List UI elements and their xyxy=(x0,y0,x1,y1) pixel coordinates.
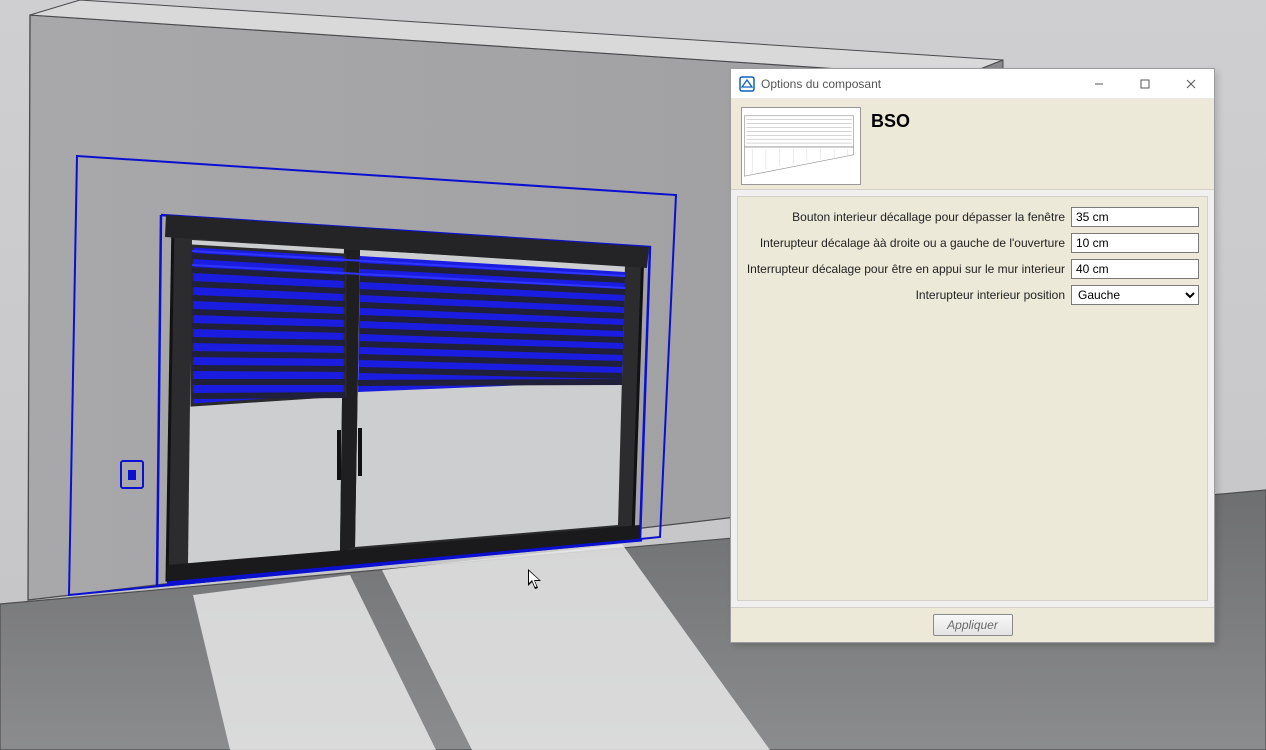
field-row: Interrupteur décalage pour être en appui… xyxy=(746,259,1199,279)
apply-button[interactable]: Appliquer xyxy=(933,614,1013,636)
dialog-footer: Appliquer xyxy=(731,607,1214,642)
field-label: Interupteur décalage àà droite ou a gauc… xyxy=(746,236,1071,250)
dialog-titlebar[interactable]: Options du composant xyxy=(731,69,1214,99)
field-select-switch-position[interactable]: Gauche xyxy=(1071,285,1199,305)
component-title: BSO xyxy=(871,111,910,132)
options-form: Bouton interieur décallage pour dépasser… xyxy=(737,196,1208,601)
field-label: Interrupteur décalage pour être en appui… xyxy=(746,262,1071,276)
field-row: Bouton interieur décallage pour dépasser… xyxy=(746,207,1199,227)
minimize-button[interactable] xyxy=(1076,69,1122,99)
close-button[interactable] xyxy=(1168,69,1214,99)
maximize-button[interactable] xyxy=(1122,69,1168,99)
field-row: Interupteur interieur position Gauche xyxy=(746,285,1199,305)
app-icon xyxy=(739,76,755,92)
component-options-dialog: Options du composant xyxy=(730,68,1215,643)
field-label: Interupteur interieur position xyxy=(746,288,1071,302)
field-label: Bouton interieur décallage pour dépasser… xyxy=(746,210,1071,224)
field-input-offset-button[interactable] xyxy=(1071,207,1199,227)
field-row: Interupteur décalage àà droite ou a gauc… xyxy=(746,233,1199,253)
field-input-switch-lr-offset[interactable] xyxy=(1071,233,1199,253)
dialog-header: BSO xyxy=(731,99,1214,190)
component-thumbnail xyxy=(741,107,861,185)
dialog-title: Options du composant xyxy=(761,77,881,91)
field-input-switch-wall-offset[interactable] xyxy=(1071,259,1199,279)
